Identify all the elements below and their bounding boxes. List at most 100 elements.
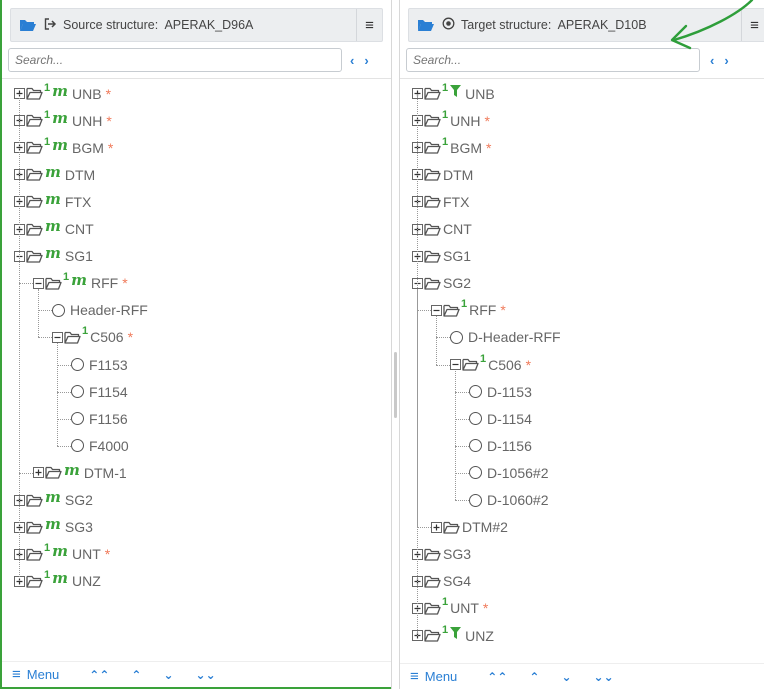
tree-node[interactable]: m SG2 <box>14 487 93 514</box>
mapped-m-icon: m <box>52 108 68 127</box>
collapse-toggle-icon[interactable] <box>33 277 44 289</box>
node-label: UNZ <box>72 573 101 590</box>
double-chevron-up-icon[interactable]: ⌃⌃ <box>89 668 109 682</box>
target-structure-label: Target structure: APERAK_D10B <box>461 18 647 32</box>
cardinality-badge: 1 <box>44 542 51 555</box>
node-label: SG3 <box>443 546 472 563</box>
tree-leaf-node[interactable]: D-1153 <box>469 378 532 405</box>
expand-toggle-icon[interactable] <box>431 521 442 533</box>
chevron-up-icon[interactable]: ⌃ <box>131 668 141 682</box>
tree-leaf-node[interactable]: D-1056#2 <box>469 459 549 486</box>
tree-node[interactable]: SG1 <box>412 243 471 270</box>
filter-icon <box>450 84 462 97</box>
chevron-down-icon[interactable]: ⌄ <box>561 670 571 684</box>
menu-button[interactable]: ≡ Menu <box>410 668 457 685</box>
tree-node[interactable]: 1 m UNH * <box>14 107 112 134</box>
splitter-grip[interactable] <box>394 352 397 418</box>
tree-connector <box>436 337 450 339</box>
tree-connector <box>38 337 52 339</box>
cardinality-badge: 1 <box>63 271 70 284</box>
source-structure-header: Source structure: APERAK_D96A ≡ <box>10 8 383 42</box>
hamburger-icon[interactable]: ≡ <box>356 9 382 41</box>
node-label: DTM <box>443 166 474 183</box>
tree-connector <box>455 418 469 420</box>
tree-leaf-node[interactable]: D-1154 <box>469 405 532 432</box>
tree-connector <box>455 500 469 502</box>
source-footer: ≡ Menu ⌃⌃ ⌃ ⌄ ⌄⌄ <box>2 661 391 687</box>
tree-node[interactable]: 1 RFF * <box>431 297 506 324</box>
tree-node[interactable]: m DTM-1 <box>33 459 127 486</box>
tree-leaf-node[interactable]: F1156 <box>71 405 128 432</box>
tree-node[interactable]: FTX <box>412 188 469 215</box>
mapped-m-icon: m <box>64 460 80 479</box>
collapse-toggle-icon[interactable] <box>52 331 63 343</box>
tree-leaf-node[interactable]: F1153 <box>71 351 128 378</box>
tree-connector <box>57 445 71 447</box>
tree-node[interactable]: 1 BGM * <box>412 134 491 161</box>
tree-node[interactable]: 1 m UNB * <box>14 80 111 107</box>
target-search-input[interactable] <box>406 48 700 72</box>
tree-connector <box>417 527 431 529</box>
tree-node[interactable]: m SG1 <box>14 243 93 270</box>
mapped-m-icon: m <box>45 244 61 263</box>
tree-node[interactable]: DTM <box>412 161 473 188</box>
node-label: FTX <box>443 193 470 210</box>
tree-node[interactable]: SG4 <box>412 568 471 595</box>
folder-open-icon <box>424 548 441 561</box>
double-chevron-down-icon[interactable]: ⌄⌄ <box>594 670 614 684</box>
tree-connector <box>455 472 469 474</box>
mapped-m-icon: m <box>45 217 61 235</box>
tree-node[interactable]: m SG3 <box>14 514 93 541</box>
folder-open-icon <box>26 169 43 181</box>
menu-button[interactable]: ≡ Menu <box>12 666 59 683</box>
mapped-m-icon: m <box>71 271 87 290</box>
tree-node[interactable]: m DTM <box>14 161 95 188</box>
tree-node[interactable]: CNT <box>412 216 472 243</box>
tree-node[interactable]: 1 UNB <box>412 80 495 107</box>
tree-leaf-node[interactable]: D-1060#2 <box>469 487 549 514</box>
tree-node[interactable]: 1 C506 * <box>450 351 531 378</box>
double-chevron-up-icon[interactable]: ⌃⌃ <box>487 670 507 684</box>
tree-node[interactable]: DTM#2 <box>431 514 508 541</box>
chevron-right-icon[interactable]: › <box>364 53 368 68</box>
tree-leaf-node[interactable]: D-Header-RFF <box>450 324 561 351</box>
tree-node[interactable]: 1 m RFF * <box>33 270 128 297</box>
folder-open-icon <box>443 521 460 534</box>
tree-node[interactable]: 1 C506 * <box>52 324 133 351</box>
tree-node[interactable]: SG3 <box>412 541 471 568</box>
tree-node[interactable]: 1 m UNT * <box>14 541 110 568</box>
tree-node[interactable]: 1 UNH * <box>412 107 490 134</box>
required-marker: * <box>127 329 134 346</box>
node-label: SG4 <box>443 573 472 590</box>
double-chevron-down-icon[interactable]: ⌄⌄ <box>196 668 216 682</box>
tree-leaf-node[interactable]: F1154 <box>71 378 128 405</box>
required-marker: * <box>104 546 111 563</box>
node-label: UNH <box>72 112 103 129</box>
tree-connector <box>38 310 52 312</box>
tree-leaf-node[interactable]: D-1156 <box>469 432 532 459</box>
folder-open-icon <box>424 629 441 642</box>
tree-leaf-node[interactable]: F4000 <box>71 432 129 459</box>
folder-open-icon <box>424 114 441 127</box>
tree-node[interactable]: 1 m BGM * <box>14 134 113 161</box>
node-label: F4000 <box>89 437 129 454</box>
tree-node[interactable]: m CNT <box>14 216 94 243</box>
folder-open-icon <box>424 250 441 263</box>
expand-toggle-icon[interactable] <box>33 467 44 479</box>
chevron-up-icon[interactable]: ⌃ <box>529 670 539 684</box>
cardinality-badge: 1 <box>44 135 51 148</box>
leaf-circle-icon <box>71 385 84 399</box>
tree-node[interactable]: 1 m UNZ <box>14 568 101 595</box>
collapse-toggle-icon[interactable] <box>431 304 442 316</box>
tree-leaf-node[interactable]: Header-RFF <box>52 297 148 324</box>
tree-node[interactable]: 1 UNZ <box>412 622 494 649</box>
tree-node[interactable]: SG2 <box>412 270 471 297</box>
chevron-left-icon[interactable]: ‹ <box>350 53 354 68</box>
tree-node[interactable]: m FTX <box>14 188 91 215</box>
chevron-down-icon[interactable]: ⌄ <box>163 668 173 682</box>
folder-open-icon <box>424 602 441 615</box>
tree-node[interactable]: 1 UNT * <box>412 595 488 622</box>
source-search-input[interactable] <box>8 48 342 72</box>
collapse-toggle-icon[interactable] <box>450 359 461 370</box>
splitter[interactable] <box>391 0 400 689</box>
